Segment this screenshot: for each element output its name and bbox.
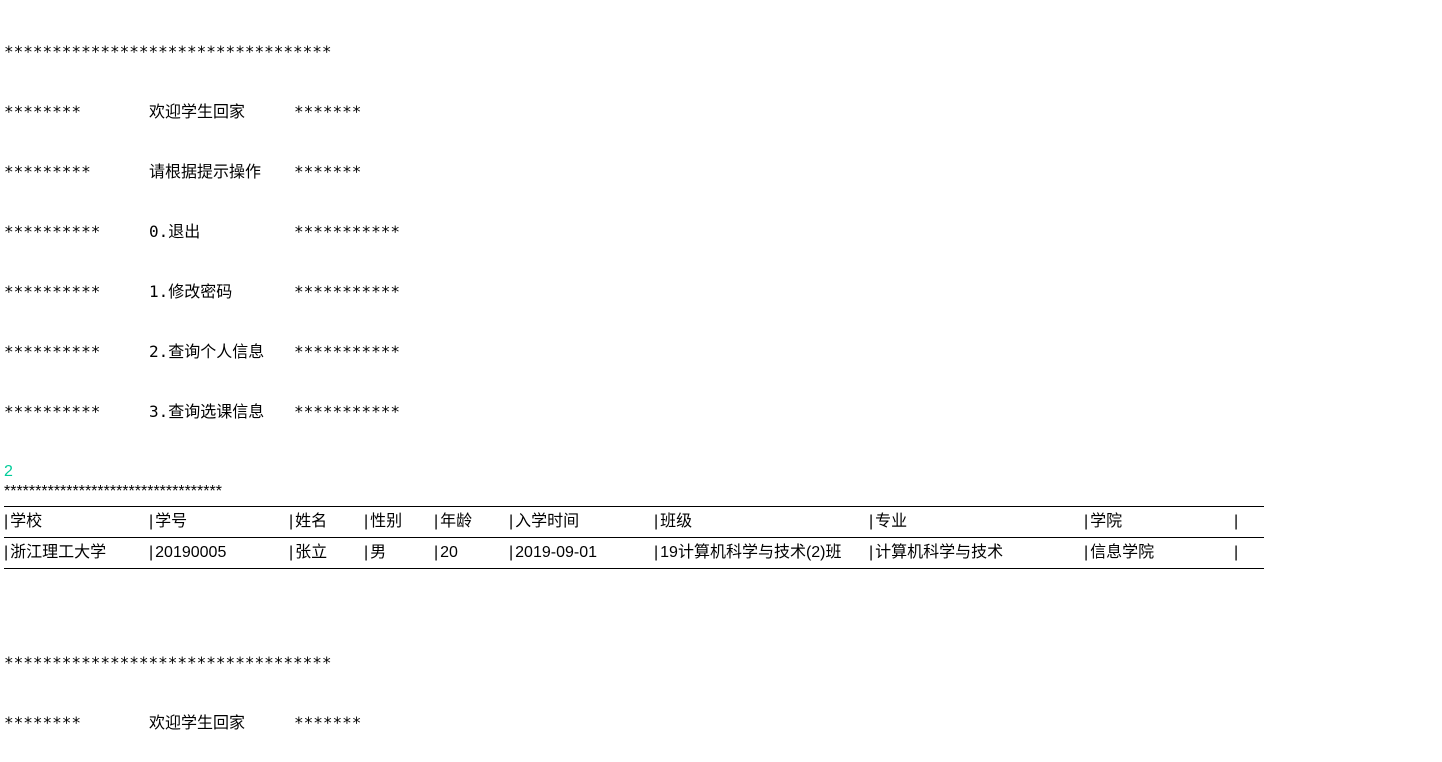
table-header-cell: |班级 [654,511,869,533]
table-cell: |张立 [289,542,364,564]
menu-border-top: ********************************** [4,42,332,62]
table-header-cell: |姓名 [289,511,364,533]
menu-star-right: ******* [294,713,361,733]
separator-stars: *********************************** [4,482,1416,502]
console-output-pane[interactable]: ********************************** *****… [0,0,1442,762]
menu-star-right: *********** [294,342,400,362]
table-header-cell: |专业 [869,511,1084,533]
menu-star-left: ********* [4,162,149,182]
menu-item-change-password: 1.修改密码 [149,282,294,302]
table-rule [4,568,1264,569]
menu-star-left: ********** [4,402,149,422]
menu-star-right: ******* [294,102,361,122]
table-header-row: |学校|学号|姓名|性别|年龄|入学时间|班级|专业|学院| [4,511,1416,533]
menu-star-right: *********** [294,282,400,302]
table-cell: |20 [434,542,509,564]
menu-star-left: ********** [4,342,149,362]
user-input-value: 2 [4,462,1416,482]
table-header-cell: |学校 [4,511,149,533]
menu-star-left: ******** [4,102,149,122]
table-header-cell: |入学时间 [509,511,654,533]
table-row: |浙江理工大学|20190005|张立|男|20|2019-09-01|19计算… [4,542,1416,564]
table-header-end-pipe: | [1234,511,1238,533]
menu-star-right: *********** [294,222,400,242]
menu-item-exit: 0.退出 [149,222,294,242]
table-header-cell: |学号 [149,511,289,533]
personal-info-table: |学校|学号|姓名|性别|年龄|入学时间|班级|专业|学院| |浙江理工大学|2… [4,506,1416,569]
menu-item-query-course-info: 3.查询选课信息 [149,402,294,422]
table-cell: |20190005 [149,542,289,564]
menu-text-prompt: 请根据提示操作 [149,162,294,182]
menu-item-query-personal-info: 2.查询个人信息 [149,342,294,362]
table-cell: |计算机科学与技术 [869,542,1084,564]
student-menu-block: ********************************** *****… [4,2,1416,462]
table-cell: |浙江理工大学 [4,542,149,564]
table-cell: |信息学院 [1084,542,1234,564]
student-menu-block: ********************************** *****… [4,613,1416,762]
menu-border-top: ********************************** [4,653,332,673]
menu-star-left: ******** [4,713,149,733]
table-end-pipe: | [1234,542,1238,564]
menu-star-right: ******* [294,162,361,182]
console-content: ********************************** *****… [0,0,1420,762]
table-rule [4,537,1264,538]
menu-star-left: ********** [4,222,149,242]
table-header-cell: |性别 [364,511,434,533]
menu-text-welcome: 欢迎学生回家 [149,713,294,733]
table-header-cell: |学院 [1084,511,1234,533]
menu-star-right: *********** [294,402,400,422]
table-cell: |男 [364,542,434,564]
table-header-cell: |年龄 [434,511,509,533]
table-cell: |19计算机科学与技术(2)班 [654,542,869,564]
table-cell: |2019-09-01 [509,542,654,564]
table-rule [4,506,1264,507]
menu-star-left: ********** [4,282,149,302]
menu-text-welcome: 欢迎学生回家 [149,102,294,122]
